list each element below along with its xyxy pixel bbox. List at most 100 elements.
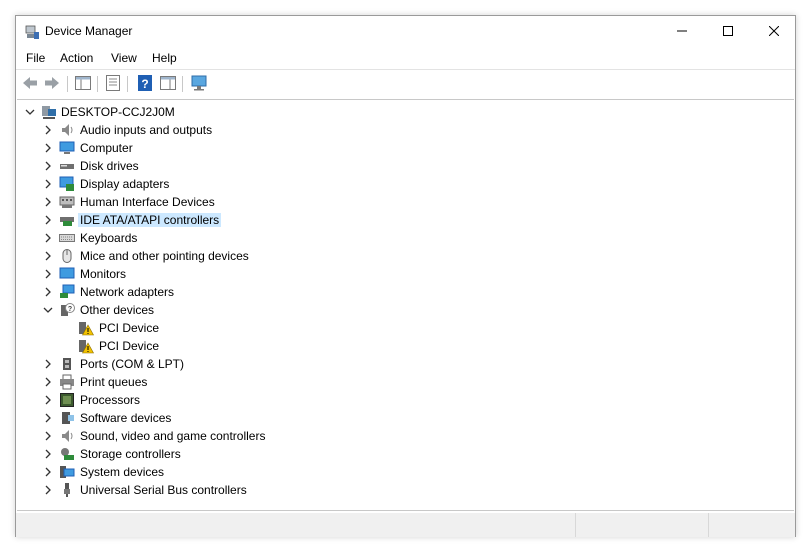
svg-text:?: ? — [141, 77, 148, 91]
chevron-right-icon[interactable] — [42, 178, 54, 190]
tree-item-print-queues[interactable]: Print queues — [17, 373, 417, 391]
chevron-right-icon[interactable] — [42, 448, 54, 460]
menu-action[interactable]: Action — [60, 51, 93, 65]
tree-item-mice[interactable]: Mice and other pointing devices — [17, 247, 417, 265]
tree-item-ports[interactable]: Ports (COM & LPT) — [17, 355, 417, 373]
tree-item-software-devices[interactable]: Software devices — [17, 409, 417, 427]
tree-item-label: Network adapters — [80, 285, 175, 299]
tree-item-label: Mice and other pointing devices — [80, 249, 249, 263]
window-title: Device Manager — [45, 24, 133, 38]
tree-item-disk-drives[interactable]: Disk drives — [17, 157, 417, 175]
tree-item-audio[interactable]: Audio inputs and outputs — [17, 121, 417, 139]
back-arrow-icon[interactable] — [21, 74, 39, 92]
tree-item-hid[interactable]: Human Interface Devices — [17, 193, 417, 211]
chevron-right-icon[interactable] — [42, 142, 54, 154]
processor-icon — [60, 393, 74, 407]
pci-device-warning-icon — [79, 322, 94, 336]
minimize-icon — [677, 30, 687, 32]
tree-item-processors[interactable]: Processors — [17, 391, 417, 409]
mouse-icon — [62, 249, 72, 263]
tree-item-label: Processors — [80, 393, 141, 407]
tree-item-display-adapters[interactable]: Display adapters — [17, 175, 417, 193]
tree-item-label: Disk drives — [80, 159, 139, 173]
chevron-right-icon[interactable] — [42, 376, 54, 388]
selection-highlight: IDE ATA/ATAPI controllers — [78, 213, 222, 227]
tree-item-computer[interactable]: Computer — [17, 139, 417, 157]
show-hide-console-tree-icon[interactable] — [74, 74, 92, 92]
chevron-right-icon[interactable] — [42, 358, 54, 370]
tree-item-pci-device-1[interactable]: PCI Device — [17, 319, 417, 337]
maximize-button[interactable] — [705, 16, 751, 46]
close-icon — [769, 26, 779, 36]
forward-arrow-icon[interactable] — [43, 74, 61, 92]
chevron-right-icon[interactable] — [42, 268, 54, 280]
title-bar[interactable]: Device Manager — [16, 16, 795, 47]
tree-item-network-adapters[interactable]: Network adapters — [17, 283, 417, 301]
chevron-right-icon[interactable] — [42, 430, 54, 442]
chevron-right-icon[interactable] — [42, 214, 54, 226]
tree-item-monitors[interactable]: Monitors — [17, 265, 417, 283]
chevron-right-icon[interactable] — [42, 484, 54, 496]
tree-item-label: Monitors — [80, 267, 127, 281]
monitor-icon — [59, 141, 75, 154]
tree-item-label: IDE ATA/ATAPI controllers — [78, 213, 222, 227]
system-device-icon — [60, 466, 75, 478]
menu-file[interactable]: File — [26, 51, 45, 65]
tree-item-storage-controllers[interactable]: Storage controllers — [17, 445, 417, 463]
menu-view[interactable]: View — [111, 51, 137, 65]
computer-icon — [42, 106, 56, 119]
toolbar-separator — [127, 76, 128, 92]
status-bar-pane — [575, 513, 708, 537]
menu-help[interactable]: Help — [152, 51, 177, 65]
tree-item-sound-video-game[interactable]: Sound, video and game controllers — [17, 427, 417, 445]
unknown-device-icon: ? — [61, 303, 75, 316]
tree-item-system-devices[interactable]: System devices — [17, 463, 417, 481]
chevron-right-icon[interactable] — [42, 232, 54, 244]
scan-hardware-changes-icon[interactable] — [190, 74, 208, 92]
tree-item-label: PCI Device — [99, 339, 160, 353]
chevron-right-icon[interactable] — [42, 412, 54, 424]
ide-controller-icon — [60, 217, 74, 226]
toolbar-separator — [182, 76, 183, 92]
action-pane-icon[interactable] — [159, 74, 177, 92]
chevron-right-icon[interactable] — [42, 124, 54, 136]
tree-item-label: Keyboards — [80, 231, 138, 245]
tree-item-keyboards[interactable]: Keyboards — [17, 229, 417, 247]
help-icon[interactable]: ? — [136, 74, 154, 92]
device-manager-window: Device Manager File Action View Help ? D… — [15, 15, 796, 537]
tree-item-label: Human Interface Devices — [80, 195, 215, 209]
tree-root[interactable]: DESKTOP-CCJ2J0M — [17, 103, 317, 121]
chevron-right-icon[interactable] — [42, 286, 54, 298]
pci-device-warning-icon — [79, 340, 94, 354]
tree-item-ide-ata[interactable]: IDE ATA/ATAPI controllers — [17, 211, 417, 229]
status-bar-pane — [708, 513, 795, 537]
chevron-right-icon[interactable] — [42, 394, 54, 406]
port-icon — [63, 358, 71, 370]
display-adapter-icon — [59, 176, 74, 191]
chevron-down-icon[interactable] — [42, 304, 54, 316]
tree-item-label: Display adapters — [80, 177, 170, 191]
tree-item-label: Audio inputs and outputs — [80, 123, 213, 137]
toolbar-separator — [97, 76, 98, 92]
close-button[interactable] — [751, 16, 797, 46]
properties-icon[interactable] — [104, 74, 122, 92]
minimize-button[interactable] — [659, 16, 705, 46]
hid-icon — [59, 196, 75, 208]
chevron-right-icon[interactable] — [42, 160, 54, 172]
keyboard-icon — [59, 234, 75, 242]
tree-item-other-devices[interactable]: ? Other devices — [17, 301, 417, 319]
chevron-right-icon[interactable] — [42, 250, 54, 262]
chevron-right-icon[interactable] — [42, 196, 54, 208]
tree-item-label: Storage controllers — [80, 447, 181, 461]
tree-item-pci-device-2[interactable]: PCI Device — [17, 337, 417, 355]
tree-item-label: Computer — [80, 141, 133, 155]
tree-root-label: DESKTOP-CCJ2J0M — [61, 105, 175, 119]
tree-item-usb-controllers[interactable]: Universal Serial Bus controllers — [17, 481, 417, 499]
speaker-icon — [62, 430, 73, 442]
chevron-down-icon[interactable] — [24, 106, 36, 118]
disk-drive-icon — [60, 164, 74, 169]
toolbar-separator — [67, 76, 68, 92]
monitor-icon — [59, 267, 75, 279]
chevron-right-icon[interactable] — [42, 466, 54, 478]
speaker-icon — [62, 124, 73, 136]
